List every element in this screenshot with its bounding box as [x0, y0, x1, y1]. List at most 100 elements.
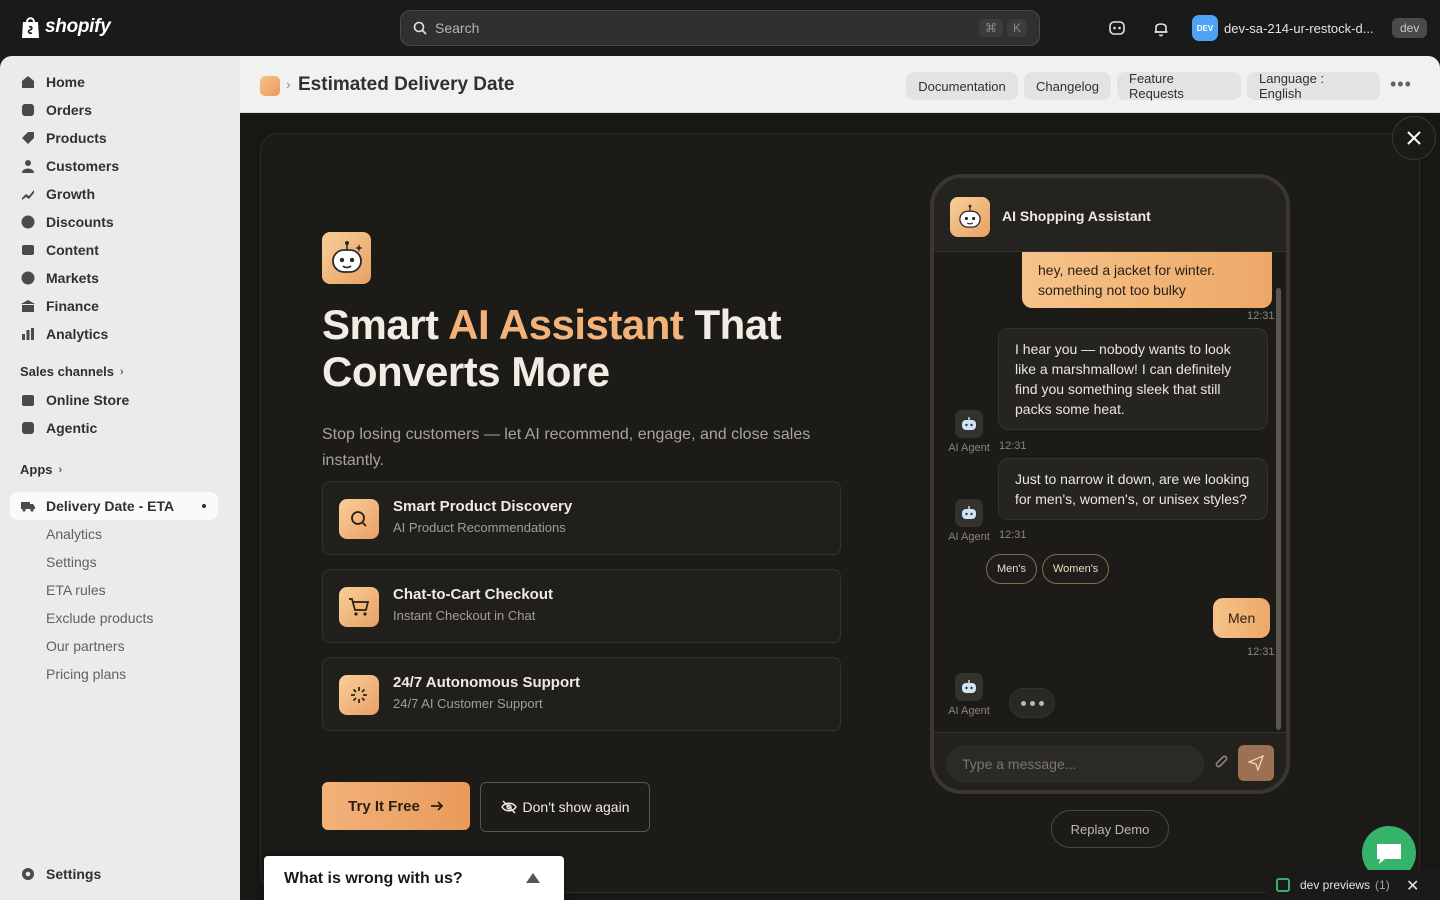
dev-previews-count: (1): [1375, 878, 1390, 892]
feature-title: 24/7 Autonomous Support: [393, 674, 580, 691]
bell-icon[interactable]: [1151, 18, 1171, 38]
sidebar-item-discounts[interactable]: Discounts: [10, 208, 218, 236]
sidebar-item-label: Finance: [46, 298, 99, 314]
sidebar-subitem-exclude-products[interactable]: Exclude products: [46, 610, 153, 626]
message-time: 12:31: [999, 529, 1027, 541]
sidebar-item-products[interactable]: Products: [10, 124, 218, 152]
feature-card-support: 24/7 Autonomous Support 24/7 AI Customer…: [322, 657, 841, 731]
dev-previews-label: dev previews: [1300, 878, 1371, 892]
logo-text: shopify: [45, 16, 111, 37]
button-label: Try It Free: [348, 797, 420, 815]
app-icon: [260, 76, 280, 96]
sidebar-item-label: Growth: [46, 186, 95, 202]
feature-card-discovery: Smart Product Discovery AI Product Recom…: [322, 481, 841, 555]
search-bar[interactable]: Search ⌘ K: [400, 10, 1040, 46]
paperclip-icon[interactable]: [1212, 753, 1232, 773]
robot-icon: [322, 232, 371, 284]
send-icon: [1248, 755, 1264, 771]
sidebar-item-label: Home: [46, 74, 85, 90]
more-actions-icon[interactable]: •••: [1390, 74, 1412, 95]
agent-avatar: AI Agent: [947, 499, 991, 543]
feature-card-checkout: Chat-to-Cart Checkout Instant Checkout i…: [322, 569, 841, 643]
inbox-icon: [22, 104, 34, 116]
sidebar-item-finance[interactable]: Finance: [10, 292, 218, 320]
sidebar-item-label: Orders: [46, 102, 92, 118]
sidebar-subitem-analytics[interactable]: Analytics: [46, 526, 102, 542]
sidebar-item-markets[interactable]: Markets: [10, 264, 218, 292]
shopify-bag-icon: [22, 17, 39, 38]
user-menu[interactable]: DEV dev-sa-214-ur-restock-d... dev: [1192, 15, 1428, 41]
shortcut-cmd: ⌘: [978, 19, 1003, 37]
dev-previews-bar[interactable]: dev previews (1) ✕: [1266, 870, 1440, 900]
sidebar-item-agentic[interactable]: Agentic: [10, 414, 218, 442]
feature-title: Smart Product Discovery: [393, 498, 573, 515]
feature-subtitle: Instant Checkout in Chat: [393, 608, 536, 623]
sidebar-subitem-pricing-plans[interactable]: Pricing plans: [46, 666, 126, 682]
sidebar-item-orders[interactable]: Orders: [10, 96, 218, 124]
sidebar-subitem-our-partners[interactable]: Our partners: [46, 638, 125, 654]
sidebar-subitem-eta-rules[interactable]: ETA rules: [46, 582, 106, 598]
sidebar-item-label: Products: [46, 130, 107, 146]
apps-heading[interactable]: Apps ›: [20, 462, 62, 477]
sidebar-subitem-settings[interactable]: Settings: [46, 554, 97, 570]
search-placeholder: Search: [435, 20, 480, 36]
robot-icon: [955, 499, 983, 527]
avatar: DEV: [1192, 15, 1218, 41]
section-label: Apps: [20, 462, 53, 477]
sidebar-item-content[interactable]: Content: [10, 236, 218, 264]
chat-message-input[interactable]: Type a message...: [946, 745, 1204, 783]
sidebar-item-delivery-date-eta[interactable]: Delivery Date - ETA: [10, 492, 218, 520]
bank-icon: [21, 300, 35, 312]
message-time: 12:31: [1247, 310, 1275, 322]
pin-indicator: [202, 504, 206, 508]
sidebar: Home Orders Products Customers Growth Di…: [0, 56, 240, 900]
sidebar-item-label: Agentic: [46, 420, 98, 436]
sidebar-item-customers[interactable]: Customers: [10, 152, 218, 180]
hero-title-accent: AI Assistant: [448, 301, 684, 348]
tag-icon: [22, 132, 34, 144]
agent-label: AI Agent: [948, 531, 990, 543]
chevron-right-icon: ›: [58, 463, 63, 476]
top-bar: shopify Search ⌘ K DEV dev-sa-214-ur-res…: [0, 0, 1440, 56]
sidebar-item-label: Content: [46, 242, 99, 258]
sidebar-item-settings[interactable]: Settings: [10, 860, 218, 888]
globe-icon: [21, 271, 35, 285]
sidebar-item-growth[interactable]: Growth: [10, 180, 218, 208]
documentation-button[interactable]: Documentation: [906, 72, 1018, 100]
store-icon: [22, 395, 34, 406]
search-icon: [339, 499, 379, 539]
feedback-title: What is wrong with us?: [284, 870, 463, 887]
close-icon: [1407, 131, 1421, 145]
replay-demo-button[interactable]: Replay Demo: [1051, 810, 1169, 848]
send-button[interactable]: [1238, 745, 1274, 781]
quick-reply-womens[interactable]: Women's: [1042, 554, 1110, 584]
try-it-free-button[interactable]: Try It Free: [322, 782, 470, 830]
sidebar-item-label: Delivery Date - ETA: [46, 498, 175, 514]
changelog-button[interactable]: Changelog: [1024, 72, 1111, 100]
sidebar-item-home[interactable]: Home: [10, 68, 218, 96]
breadcrumb-separator: ›: [286, 76, 291, 92]
language-button[interactable]: Language : English: [1247, 71, 1380, 101]
feedback-widget[interactable]: What is wrong with us?: [264, 856, 564, 900]
dont-show-again-button[interactable]: Don't show again: [480, 782, 650, 832]
assistant-icon[interactable]: [1107, 18, 1127, 38]
sidebar-item-label: Settings: [46, 866, 102, 882]
sales-channels-heading[interactable]: Sales channels ›: [20, 364, 124, 379]
sidebar-item-analytics[interactable]: Analytics: [10, 320, 218, 348]
shopify-logo[interactable]: shopify: [20, 15, 111, 39]
chat-scrollbar[interactable]: [1276, 288, 1281, 730]
promo-modal: Smart AI Assistant That Converts More St…: [260, 133, 1420, 893]
robot-icon: [955, 673, 983, 701]
sidebar-item-label: Analytics: [46, 326, 109, 342]
sidebar-item-online-store[interactable]: Online Store: [10, 386, 218, 414]
content-icon: [22, 245, 34, 255]
section-label: Sales channels: [20, 364, 114, 379]
quick-reply-mens[interactable]: Men's: [986, 554, 1037, 584]
chat-title: AI Shopping Assistant: [1002, 208, 1151, 224]
close-icon[interactable]: ✕: [1406, 876, 1419, 896]
agentic-icon: [22, 422, 34, 434]
close-modal-button[interactable]: [1392, 116, 1436, 160]
chat-header: AI Shopping Assistant: [934, 178, 1286, 252]
feature-requests-button[interactable]: Feature Requests: [1117, 71, 1241, 101]
caret-up-icon[interactable]: [526, 873, 540, 883]
